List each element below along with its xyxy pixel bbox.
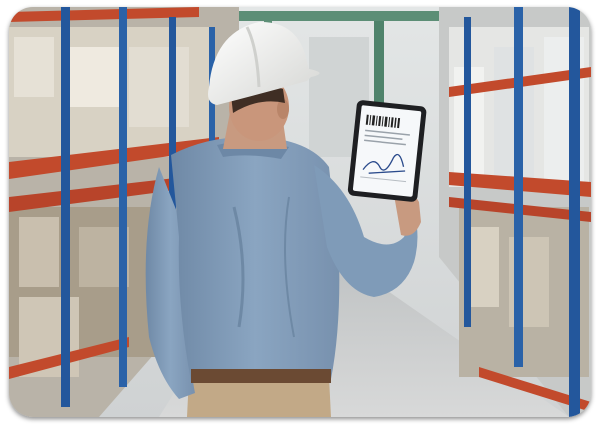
photo-frame	[9, 7, 591, 417]
warehouse-scene	[9, 7, 591, 417]
tablet	[347, 100, 427, 202]
right-shelving	[439, 7, 591, 417]
